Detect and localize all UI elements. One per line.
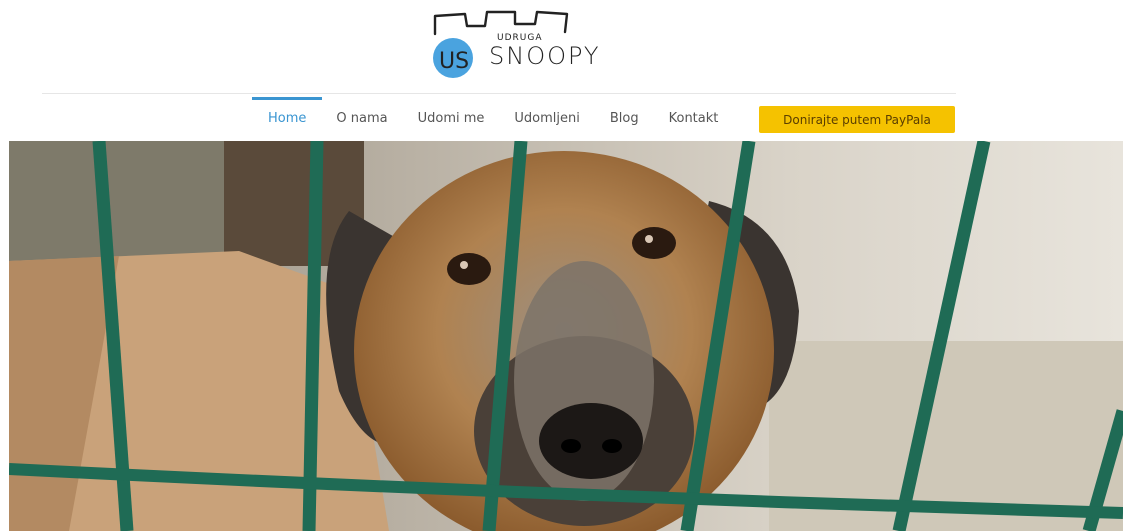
nav-item-blog[interactable]: Blog xyxy=(610,98,639,138)
site-logo[interactable]: US UDRUGA SNOOPY xyxy=(425,8,599,88)
header-divider xyxy=(42,93,956,94)
paypal-donate-button[interactable]: Donirajte putem PayPala xyxy=(759,106,955,133)
hero-image xyxy=(9,141,1123,531)
main-nav: Home O nama Udomi me Udomljeni Blog Kont… xyxy=(251,97,748,138)
svg-text:US: US xyxy=(439,49,469,74)
nav-item-o-nama[interactable]: O nama xyxy=(336,98,387,138)
dog-behind-fence-photo xyxy=(9,141,1123,531)
site-header: US UDRUGA SNOOPY Home O nama Udomi me Ud… xyxy=(0,0,1123,140)
logo-text-big: SNOOPY xyxy=(489,42,601,70)
nav-item-udomi-me[interactable]: Udomi me xyxy=(418,98,485,138)
nav-item-kontakt[interactable]: Kontakt xyxy=(669,98,719,138)
nav-item-home[interactable]: Home xyxy=(251,97,323,138)
nav-item-udomljeni[interactable]: Udomljeni xyxy=(514,98,579,138)
